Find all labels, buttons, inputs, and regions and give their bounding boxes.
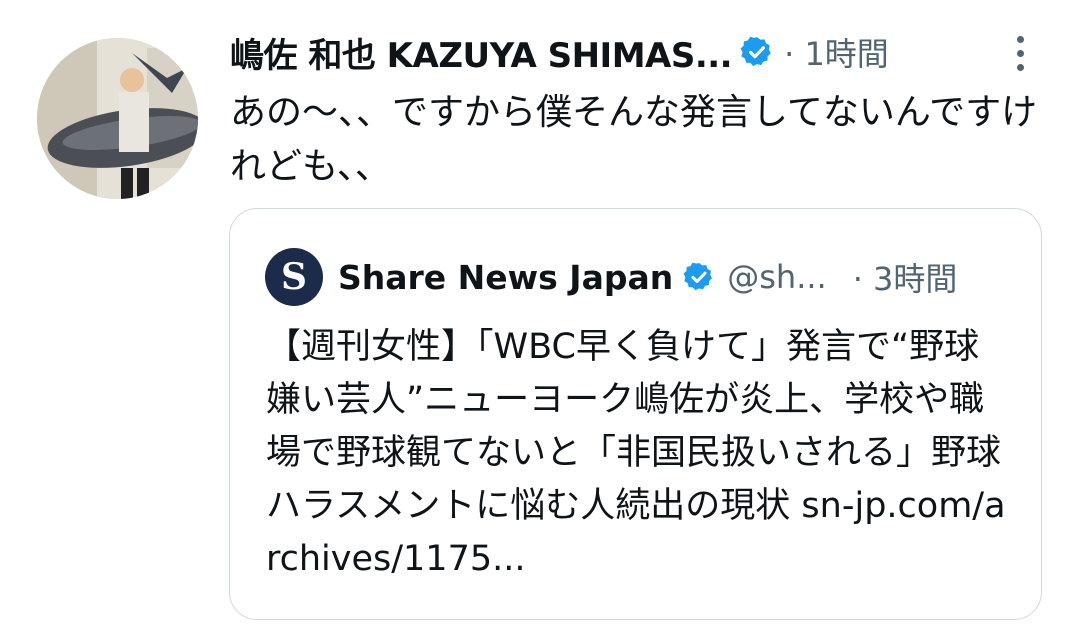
tweet-text: あの〜、、ですから僕そんな発言してないんですけれども、、 <box>230 92 1038 187</box>
verified-badge-icon <box>740 36 771 67</box>
more-dot <box>1016 35 1024 43</box>
more-options-icon[interactable] <box>1010 28 1030 78</box>
more-dot <box>1016 63 1024 71</box>
verified-badge-icon <box>683 262 713 291</box>
quoted-author-handle[interactable]: @sh... <box>727 258 826 296</box>
quoted-tweet-header: S Share News Japan @sh... · 3時間 <box>264 247 1014 307</box>
quoted-tweet-card[interactable]: S Share News Japan @sh... · 3時間 【週刊女性】「W… <box>229 208 1042 620</box>
more-dot <box>1016 49 1024 57</box>
quoted-author-name[interactable]: Share News Japan <box>338 258 673 297</box>
author-name[interactable]: 嶋佐 和也 KAZUYA SHIMAS... <box>230 28 733 77</box>
quoted-tweet-time[interactable]: · 3時間 <box>853 254 958 300</box>
tweet-avatar[interactable] <box>37 38 198 199</box>
logo-letter: S <box>281 256 307 298</box>
profile-photo-avatar <box>37 38 198 199</box>
tweet-time[interactable]: · 1時間 <box>784 29 889 75</box>
tweet-header: 嶋佐 和也 KAZUYA SHIMAS... · 1時間 <box>230 22 1030 82</box>
quoted-tweet-text: 【週刊女性】「WBC早く負けて」発言で“野球嫌い芸人”ニューヨーク嶋佐が炎上、学… <box>266 327 1006 579</box>
share-news-japan-logo-avatar[interactable]: S <box>264 247 324 307</box>
